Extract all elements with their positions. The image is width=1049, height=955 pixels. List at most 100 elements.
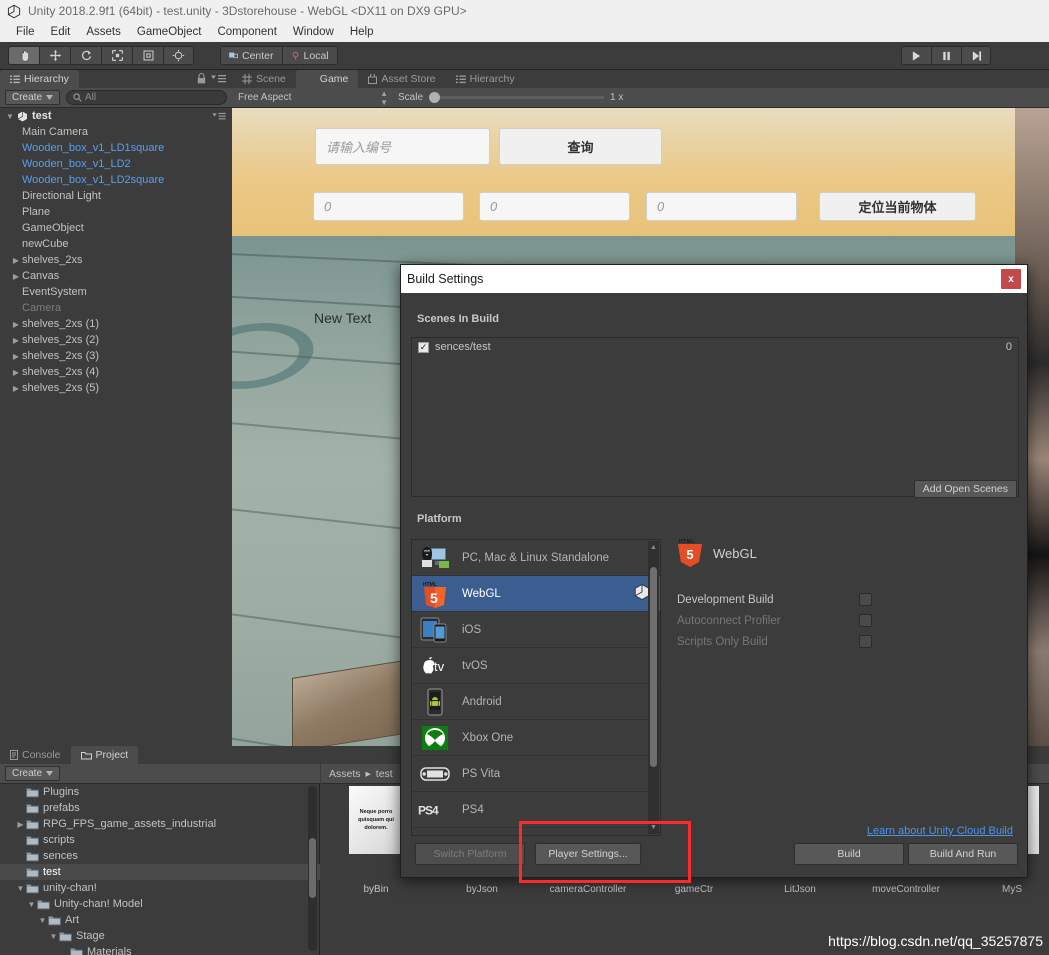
- move-tool-button[interactable]: [39, 46, 70, 65]
- expand-arrow-icon[interactable]: ▶: [10, 352, 22, 361]
- platform-row-pc-mac-linux-standalone[interactable]: PC, Mac & Linux Standalone: [412, 540, 660, 576]
- hierarchy-item[interactable]: newCube: [0, 236, 232, 252]
- expand-arrow-icon[interactable]: ▶: [15, 820, 26, 829]
- project-tree-item[interactable]: ▼ Stage: [0, 928, 320, 944]
- project-tree-item[interactable]: prefabs: [0, 800, 320, 816]
- project-folder-tree[interactable]: Plugins prefabs ▶ RPG_FPS_game_assets_indus…: [0, 784, 320, 955]
- pivot-rotation-button[interactable]: Local: [281, 46, 338, 65]
- hierarchy-item[interactable]: ▶ shelves_2xs (5): [0, 380, 232, 396]
- hierarchy-item[interactable]: ▶ shelves_2xs (4): [0, 364, 232, 380]
- project-create-button[interactable]: Create: [5, 766, 61, 781]
- expand-arrow-icon[interactable]: ▼: [26, 900, 37, 909]
- game-ui-locate-button[interactable]: 定位当前物体: [819, 192, 976, 221]
- platform-row-ps-vita[interactable]: PS Vita: [412, 756, 660, 792]
- hierarchy-item[interactable]: ▶ shelves_2xs (2): [0, 332, 232, 348]
- project-tree-item[interactable]: Materials: [0, 944, 320, 955]
- breadcrumb-test[interactable]: test: [376, 768, 393, 780]
- tab-console[interactable]: Console: [0, 746, 71, 764]
- menu-item-assets[interactable]: Assets: [78, 26, 129, 38]
- expand-arrow-icon[interactable]: ▶: [10, 256, 22, 265]
- expand-arrow-icon[interactable]: ▼: [37, 916, 48, 925]
- game-ui-coord-y-input[interactable]: 0: [479, 192, 630, 221]
- scrollbar-thumb[interactable]: [650, 567, 657, 767]
- tab-scene[interactable]: Scene: [232, 70, 296, 88]
- expand-arrow-icon[interactable]: ▼: [48, 932, 59, 941]
- hierarchy-item[interactable]: ▶ shelves_2xs: [0, 252, 232, 268]
- project-tree-item[interactable]: ▼ unity-chan!: [0, 880, 320, 896]
- hierarchy-item[interactable]: Wooden_box_v1_LD2: [0, 156, 232, 172]
- project-tree-item[interactable]: ▶ RPG_FPS_game_assets_industrial: [0, 816, 320, 832]
- rotate-tool-button[interactable]: [70, 46, 101, 65]
- lock-icon[interactable]: [197, 73, 206, 84]
- pause-button[interactable]: [931, 46, 961, 65]
- hierarchy-tree[interactable]: ▼ test Main Camera Wooden_box_v1_LD1square W…: [0, 108, 232, 746]
- scenes-in-build-list[interactable]: ✓ sences/test 0: [411, 337, 1019, 497]
- project-tree-item[interactable]: test: [0, 864, 320, 880]
- transform-tool-button[interactable]: [163, 46, 194, 65]
- platform-row-ps4[interactable]: PS4 PS4: [412, 792, 660, 828]
- menu-item-help[interactable]: Help: [342, 26, 382, 38]
- hierarchy-item[interactable]: Wooden_box_v1_LD2square: [0, 172, 232, 188]
- scroll-down-arrow-icon[interactable]: ▼: [650, 824, 657, 831]
- scrollbar-thumb[interactable]: [309, 838, 316, 898]
- hierarchy-search-input[interactable]: All: [66, 90, 227, 105]
- menu-item-file[interactable]: File: [8, 26, 43, 38]
- panel-menu-icon[interactable]: [211, 74, 226, 83]
- project-tree-item[interactable]: ▼ Unity-chan! Model: [0, 896, 320, 912]
- scale-tool-button[interactable]: [101, 46, 132, 65]
- project-tree-item[interactable]: sences: [0, 848, 320, 864]
- menu-item-component[interactable]: Component: [209, 26, 284, 38]
- hand-tool-button[interactable]: [8, 46, 39, 65]
- expand-arrow-icon[interactable]: ▶: [10, 320, 22, 329]
- pivot-mode-button[interactable]: Center: [220, 46, 282, 65]
- platform-list[interactable]: PC, Mac & Linux Standalone HTML 5 WebGL iOS t…: [411, 539, 661, 836]
- scale-slider[interactable]: [429, 92, 605, 103]
- switch-platform-button[interactable]: Switch Platform: [415, 843, 525, 865]
- add-open-scenes-button[interactable]: Add Open Scenes: [913, 480, 1017, 498]
- build-button[interactable]: Build: [794, 843, 904, 865]
- hierarchy-item[interactable]: Plane: [0, 204, 232, 220]
- menu-item-window[interactable]: Window: [285, 26, 342, 38]
- hierarchy-item[interactable]: EventSystem: [0, 284, 232, 300]
- build-option-row[interactable]: Development Build: [677, 589, 1019, 610]
- project-tree-item[interactable]: Plugins: [0, 784, 320, 800]
- hierarchy-item[interactable]: Wooden_box_v1_LD1square: [0, 140, 232, 156]
- hierarchy-item[interactable]: Camera: [0, 300, 232, 316]
- platform-row-xbox-one[interactable]: Xbox One: [412, 720, 660, 756]
- hierarchy-item[interactable]: GameObject: [0, 220, 232, 236]
- hierarchy-item[interactable]: ▶ Canvas: [0, 268, 232, 284]
- hierarchy-create-button[interactable]: Create: [5, 90, 61, 105]
- hierarchy-item[interactable]: ▶ shelves_2xs (3): [0, 348, 232, 364]
- tab-game[interactable]: Game: [295, 70, 359, 88]
- expand-arrow-icon[interactable]: ▼: [15, 884, 26, 893]
- game-ui-coord-z-input[interactable]: 0: [646, 192, 797, 221]
- panel-menu-icon[interactable]: [212, 112, 226, 120]
- close-icon[interactable]: x: [1001, 269, 1021, 289]
- game-ui-coord-x-input[interactable]: 0: [313, 192, 464, 221]
- platform-row-webgl[interactable]: HTML 5 WebGL: [412, 576, 660, 612]
- scale-slider-knob[interactable]: [429, 92, 441, 103]
- build-and-run-button[interactable]: Build And Run: [908, 843, 1018, 865]
- project-tree-item[interactable]: scripts: [0, 832, 320, 848]
- platform-row-tvos[interactable]: tv tvOS: [412, 648, 660, 684]
- menu-item-edit[interactable]: Edit: [43, 26, 79, 38]
- platform-row-ios[interactable]: iOS: [412, 612, 660, 648]
- rect-tool-button[interactable]: [132, 46, 163, 65]
- scroll-up-arrow-icon[interactable]: ▲: [650, 544, 657, 551]
- project-tree-item[interactable]: ▼ Art: [0, 912, 320, 928]
- hierarchy-item[interactable]: Directional Light: [0, 188, 232, 204]
- build-option-checkbox[interactable]: [859, 593, 872, 606]
- project-tree-scrollbar[interactable]: [308, 786, 317, 951]
- tab-project[interactable]: Project: [70, 746, 139, 764]
- player-settings-button[interactable]: Player Settings...: [535, 843, 641, 865]
- play-button[interactable]: [901, 46, 931, 65]
- platform-row-android[interactable]: Android: [412, 684, 660, 720]
- hierarchy-scene-root[interactable]: ▼ test: [0, 108, 232, 124]
- hierarchy-item[interactable]: ▶ shelves_2xs (1): [0, 316, 232, 332]
- scene-row[interactable]: ✓ sences/test 0: [412, 338, 1018, 356]
- expand-arrow-icon[interactable]: ▶: [10, 368, 22, 377]
- scene-enabled-checkbox[interactable]: ✓: [418, 341, 429, 353]
- tab-hierarchy-right[interactable]: Hierarchy: [445, 70, 525, 88]
- expand-arrow-icon[interactable]: ▶: [10, 336, 22, 345]
- expand-arrow-icon[interactable]: ▶: [10, 272, 22, 281]
